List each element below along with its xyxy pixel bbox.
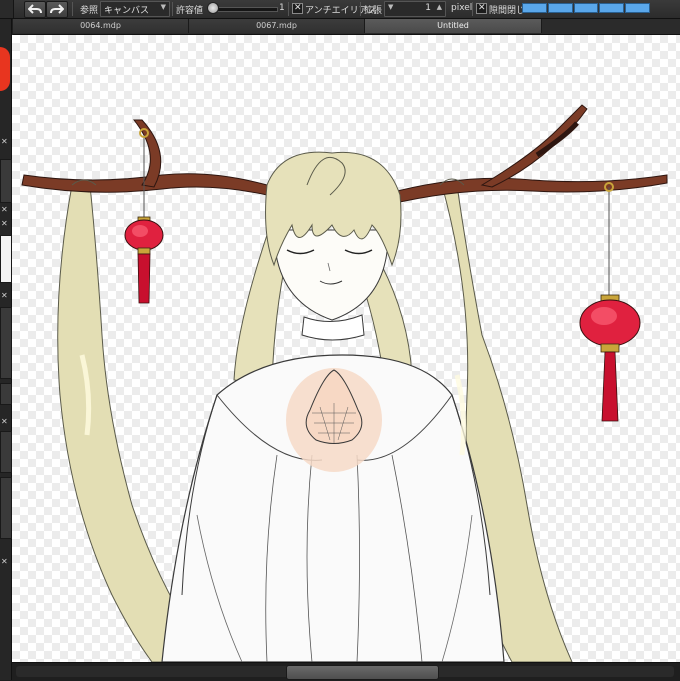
artwork-illustration (21, 104, 668, 662)
panel-collapse-icon[interactable]: ✕ (1, 205, 8, 214)
document-tab-bar: 0064.mdp 0067.mdp Untitled (13, 19, 680, 35)
tolerance-value: 1 (279, 3, 285, 13)
antialias-checkbox[interactable]: ✕ (292, 3, 303, 14)
undo-button[interactable] (24, 1, 46, 18)
gap-close-level-bar[interactable] (522, 3, 650, 13)
reference-label: 参照 (80, 6, 99, 16)
tolerance-slider-knob[interactable] (207, 2, 219, 14)
left-panel-strip: ✕ ✕ ✕ ✕ ✕ ✕ (0, 19, 12, 680)
tolerance-label: 許容値 (176, 6, 204, 16)
panel-tab[interactable] (0, 431, 12, 473)
panel-tab[interactable] (0, 383, 12, 405)
tab-label: 0064.mdp (80, 21, 121, 30)
color-wheel-preview[interactable] (0, 47, 10, 91)
toolbar-separator (172, 2, 173, 16)
expand-stepper[interactable]: ▼ 1 ▲ (384, 1, 446, 17)
tool-options-bar: 参照 キャンバス ▼ 許容値 1 ✕ アンチエイリアス 拡張 ▼ 1 ▲ pix… (0, 0, 680, 19)
toolbar-edge (0, 0, 14, 18)
redo-button[interactable] (46, 1, 68, 18)
stepper-up-icon: ▲ (436, 3, 442, 11)
toolbar-separator (72, 2, 73, 16)
tab-label: 0067.mdp (256, 21, 297, 30)
chevron-down-icon: ▼ (160, 3, 166, 11)
gap-close-level-segment[interactable] (522, 3, 547, 13)
panel-collapse-icon[interactable]: ✕ (1, 417, 8, 426)
gap-close-label: 隙間閉じ (489, 6, 526, 16)
tab-untitled[interactable]: Untitled (365, 19, 542, 33)
brush-preview-tab[interactable] (0, 235, 12, 283)
undo-arrow-icon (28, 4, 42, 14)
reference-value: キャンバス (104, 6, 150, 16)
panel-collapse-icon[interactable]: ✕ (1, 557, 8, 566)
panel-collapse-icon[interactable]: ✕ (1, 219, 8, 228)
expand-value: 1 (425, 3, 431, 13)
gap-close-level-segment[interactable] (599, 3, 625, 13)
scrollbar-thumb[interactable] (286, 665, 439, 680)
toolbar-separator (360, 2, 361, 16)
tab-0064[interactable]: 0064.mdp (13, 19, 189, 33)
panel-tab[interactable] (0, 477, 12, 539)
drawing-canvas[interactable] (12, 35, 680, 662)
toolbar-separator (472, 2, 473, 16)
gap-close-level-segment[interactable] (573, 3, 599, 13)
check-mark-icon: ✕ (294, 3, 302, 13)
gap-close-level-segment[interactable] (625, 3, 650, 13)
expand-label: 拡張 (364, 6, 383, 16)
panel-tab[interactable] (0, 159, 12, 203)
stepper-down-icon: ▼ (388, 3, 394, 11)
panel-tab[interactable] (0, 307, 12, 379)
panel-collapse-icon[interactable]: ✕ (1, 291, 8, 300)
tab-label: Untitled (437, 21, 469, 30)
gap-close-level-segment[interactable] (547, 3, 573, 13)
check-mark-icon: ✕ (478, 3, 486, 13)
redo-arrow-icon (50, 4, 64, 14)
tab-0067[interactable]: 0067.mdp (189, 19, 365, 33)
horizontal-scrollbar[interactable] (12, 662, 680, 681)
gap-close-checkbox[interactable]: ✕ (476, 3, 487, 14)
reference-select[interactable]: キャンバス ▼ (100, 1, 170, 17)
expand-unit: pixel (451, 3, 473, 13)
panel-collapse-icon[interactable]: ✕ (1, 137, 8, 146)
toolbar-separator (288, 2, 289, 16)
